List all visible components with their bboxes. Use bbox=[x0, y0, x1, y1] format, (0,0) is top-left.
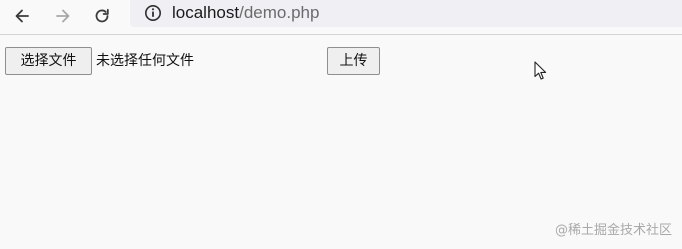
arrow-left-icon bbox=[15, 9, 29, 23]
forward-button[interactable] bbox=[49, 2, 77, 30]
url-text[interactable]: localhost/demo.php bbox=[172, 2, 319, 24]
browser-toolbar: localhost/demo.php bbox=[0, 0, 682, 35]
arrow-right-icon bbox=[56, 9, 70, 23]
url-path: /demo.php bbox=[239, 3, 320, 22]
address-bar[interactable]: localhost/demo.php bbox=[130, 0, 682, 27]
choose-file-button[interactable]: 选择文件 bbox=[5, 47, 92, 75]
no-file-chosen-text: 未选择任何文件 bbox=[96, 53, 194, 69]
watermark-text: @稀土掘金技术社区 bbox=[554, 223, 672, 238]
mouse-cursor-icon bbox=[534, 61, 547, 80]
reload-button[interactable] bbox=[88, 2, 116, 30]
url-host: localhost bbox=[172, 3, 240, 22]
back-button[interactable] bbox=[8, 2, 36, 30]
info-circle-icon[interactable] bbox=[144, 4, 162, 22]
upload-button[interactable]: 上传 bbox=[327, 47, 380, 75]
reload-icon bbox=[95, 8, 109, 23]
